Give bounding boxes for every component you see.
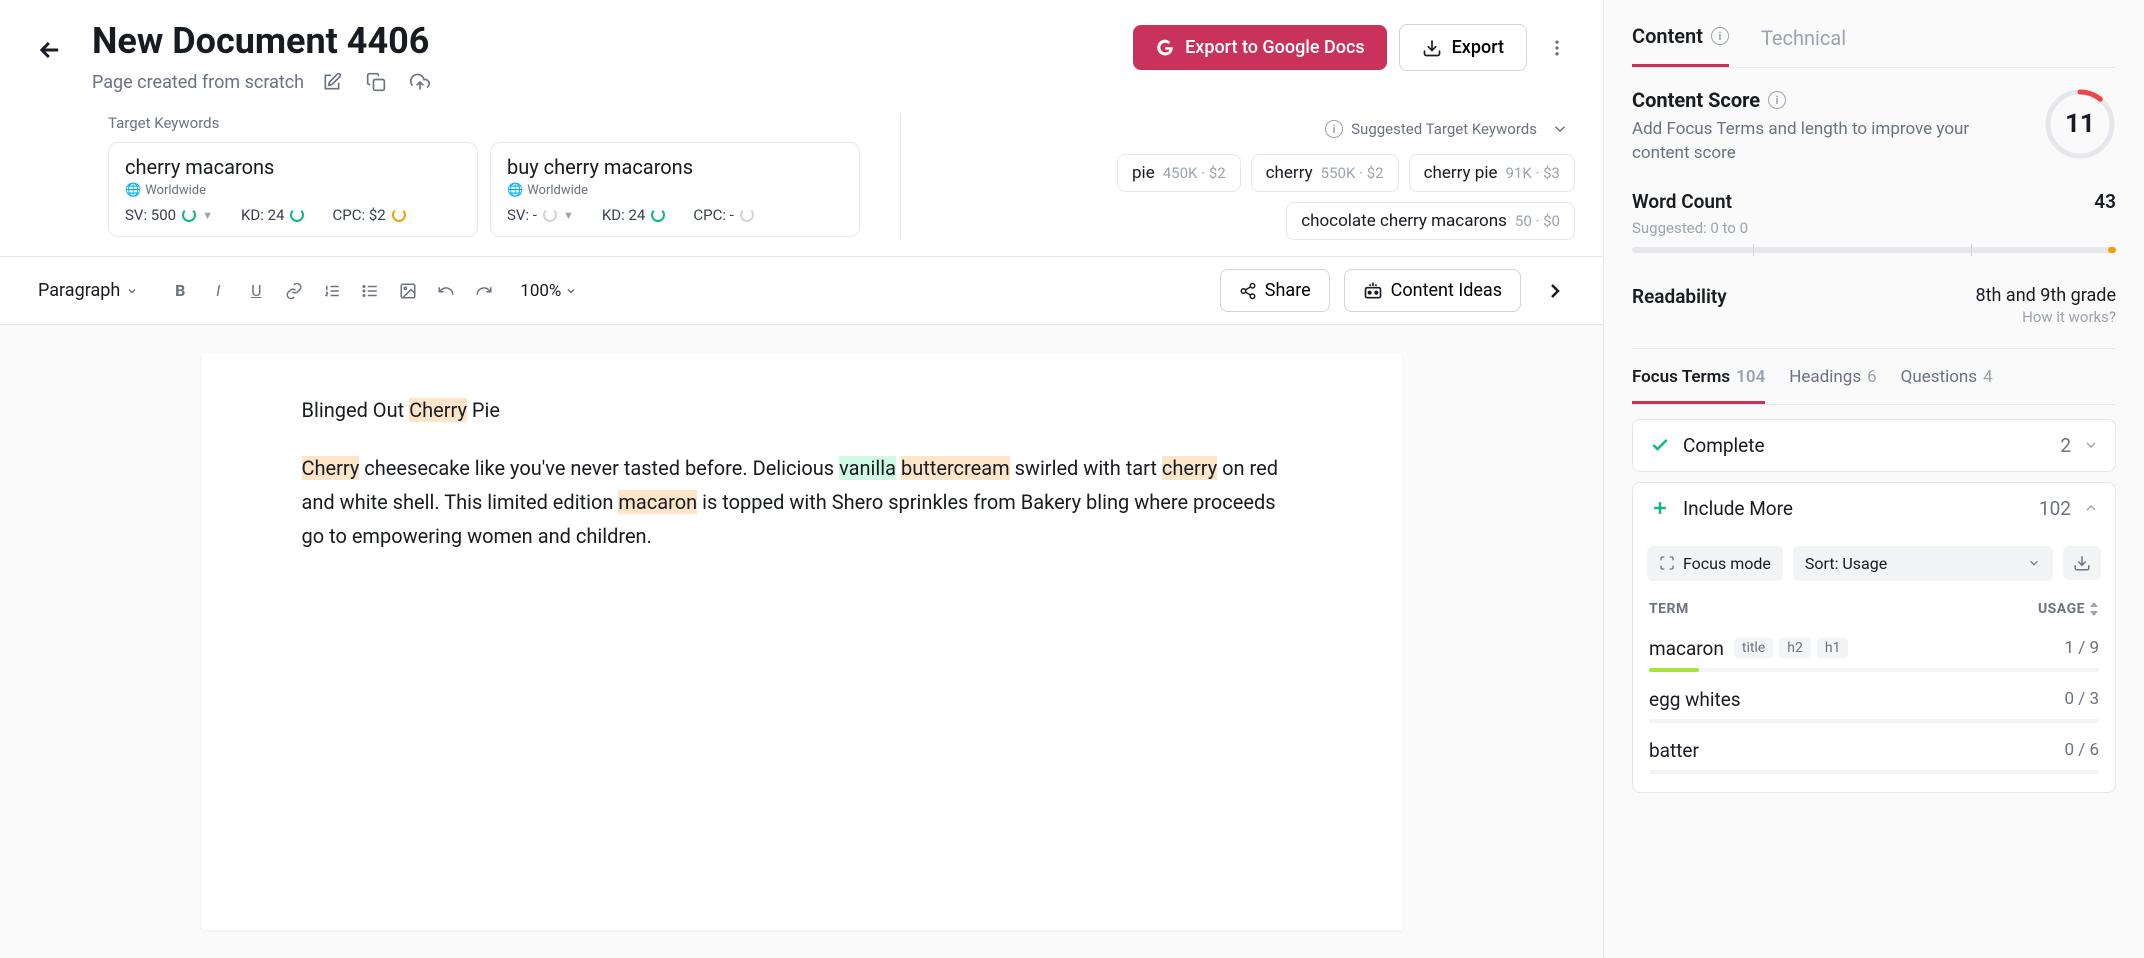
upload-cloud-icon[interactable] [404, 66, 436, 98]
readability-label: Readability [1632, 285, 1727, 308]
word-count-label: Word Count [1632, 190, 1732, 213]
zoom-select[interactable]: 100% [520, 281, 577, 301]
suggested-chip[interactable]: cherry pie91K · $3 [1409, 154, 1575, 192]
accordion-include-more[interactable]: Include More 102 [1632, 482, 2116, 534]
readability-link[interactable]: How it works? [1976, 308, 2116, 326]
highlighted-term: Cherry [302, 456, 360, 480]
term-row[interactable]: macaron title h2 h1 1 / 9 [1647, 627, 2101, 678]
document-subtitle: Page created from scratch [92, 72, 304, 93]
sv-ring-icon [182, 208, 196, 222]
tab-focus-terms[interactable]: Focus Terms 104 [1632, 367, 1765, 404]
highlighted-term: macaron [618, 490, 697, 514]
kd-ring-icon [651, 208, 665, 222]
accordion-complete[interactable]: Complete 2 [1632, 419, 2116, 472]
redo-button[interactable] [466, 273, 502, 309]
image-button[interactable] [390, 273, 426, 309]
term-row[interactable]: batter 0 / 6 [1647, 729, 2101, 780]
chevron-down-icon [2083, 437, 2099, 453]
bold-button[interactable]: B [162, 273, 198, 309]
back-button[interactable] [28, 28, 72, 72]
link-button[interactable] [276, 273, 312, 309]
editor-content[interactable]: Blinged Out Cherry Pie Cherry cheesecake… [202, 353, 1402, 930]
word-count-bar [1632, 247, 2116, 253]
content-score-title: Content Score [1632, 88, 1760, 112]
term-tag: title [1734, 638, 1773, 658]
score-value: 11 [2044, 88, 2116, 160]
highlighted-term: vanilla [839, 456, 896, 480]
term-row[interactable]: egg whites 0 / 3 [1647, 678, 2101, 729]
copy-icon[interactable] [360, 66, 392, 98]
export-google-docs-button[interactable]: Export to Google Docs [1133, 25, 1387, 70]
sort-select[interactable]: Sort: Usage [1793, 546, 2053, 581]
term-tag: h1 [1817, 638, 1849, 658]
cpc-ring-icon [392, 208, 406, 222]
term-tag: h2 [1779, 638, 1811, 658]
ordered-list-button[interactable] [314, 273, 350, 309]
edit-icon[interactable] [316, 66, 348, 98]
paragraph-select[interactable]: Paragraph [28, 274, 148, 307]
keyword-card[interactable]: buy cherry macarons 🌐Worldwide SV: -▼ KD… [490, 142, 860, 237]
highlighted-term: cherry [1162, 456, 1217, 480]
cpc-ring-icon [740, 208, 754, 222]
highlighted-term: Cherry [409, 398, 467, 422]
content-ideas-button[interactable]: Content Ideas [1344, 269, 1521, 312]
readability-value: 8th and 9th grade [1976, 285, 2116, 306]
document-title: New Document 4406 [92, 20, 1113, 62]
word-count-value: 43 [2094, 190, 2116, 213]
suggested-keywords-label: Suggested Target Keywords [1351, 120, 1537, 138]
chevron-up-icon [2083, 500, 2099, 516]
underline-button[interactable]: U [238, 273, 274, 309]
column-term: TERM [1649, 601, 1689, 617]
chevron-down-icon[interactable]: ▼ [202, 209, 213, 222]
info-icon[interactable]: i [1768, 91, 1786, 109]
plus-icon [1649, 497, 1671, 519]
column-usage[interactable]: USAGE [2038, 601, 2085, 617]
check-icon [1649, 434, 1671, 456]
kd-ring-icon [290, 208, 304, 222]
download-button[interactable] [2063, 546, 2101, 580]
sort-icon[interactable] [2089, 602, 2099, 616]
suggested-chip[interactable]: cherry550K · $2 [1251, 154, 1399, 192]
export-label: Export [1452, 37, 1504, 58]
tab-technical[interactable]: Technical [1761, 24, 1846, 67]
globe-icon: 🌐 [125, 183, 141, 198]
keyword-name: cherry macarons [125, 155, 461, 179]
undo-button[interactable] [428, 273, 464, 309]
score-ring: 11 [2044, 88, 2116, 160]
globe-icon: 🌐 [507, 183, 523, 198]
content-score-desc: Add Focus Terms and length to improve yo… [1632, 118, 2024, 166]
expand-chevron-icon[interactable] [1545, 114, 1575, 144]
target-keywords-label: Target Keywords [108, 114, 860, 132]
tab-content[interactable]: Content i [1632, 24, 1729, 67]
keyword-name: buy cherry macarons [507, 155, 843, 179]
focus-mode-button[interactable]: Focus mode [1647, 546, 1783, 581]
suggested-chip[interactable]: pie450K · $2 [1117, 154, 1241, 192]
highlighted-term: buttercream [901, 456, 1010, 480]
tab-headings[interactable]: Headings 6 [1789, 367, 1876, 404]
sv-ring-icon [543, 208, 557, 222]
export-google-label: Export to Google Docs [1185, 37, 1365, 58]
export-button[interactable]: Export [1399, 24, 1527, 71]
bullet-list-button[interactable] [352, 273, 388, 309]
tab-questions[interactable]: Questions 4 [1901, 367, 1993, 404]
info-icon[interactable]: i [1325, 120, 1343, 138]
more-menu-icon[interactable] [1539, 30, 1575, 66]
italic-button[interactable]: I [200, 273, 236, 309]
info-icon[interactable]: i [1711, 27, 1729, 45]
suggested-chip[interactable]: chocolate cherry macarons50 · $0 [1286, 202, 1575, 240]
chevron-down-icon[interactable]: ▼ [563, 209, 574, 222]
share-button[interactable]: Share [1220, 269, 1330, 312]
next-chevron-icon[interactable] [1535, 271, 1575, 311]
keyword-card[interactable]: cherry macarons 🌐Worldwide SV: 500▼ KD: … [108, 142, 478, 237]
word-count-suggested: Suggested: 0 to 0 [1632, 219, 2116, 237]
